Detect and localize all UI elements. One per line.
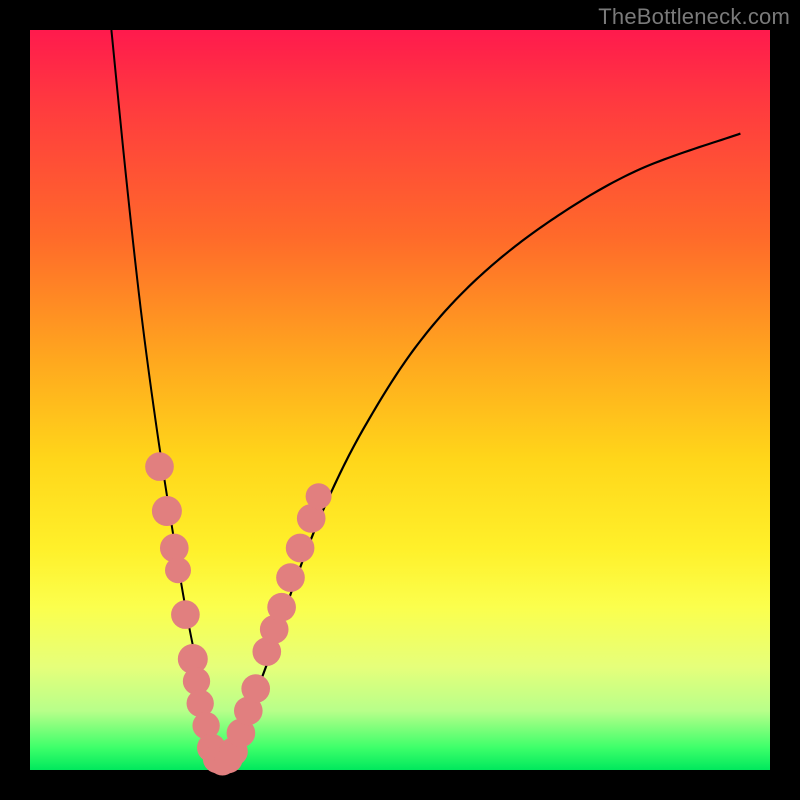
marker-group (145, 452, 331, 775)
data-marker (165, 557, 191, 583)
bottleneck-chart (30, 30, 770, 770)
data-marker (286, 534, 315, 563)
data-marker (306, 483, 332, 509)
data-marker (241, 674, 270, 703)
watermark: TheBottleneck.com (598, 4, 790, 30)
data-marker (267, 593, 296, 622)
data-marker (276, 563, 305, 592)
curve-right-branch (222, 134, 740, 763)
data-marker (152, 496, 182, 526)
data-marker (171, 600, 200, 629)
chart-frame (30, 30, 770, 770)
data-marker (145, 452, 174, 481)
